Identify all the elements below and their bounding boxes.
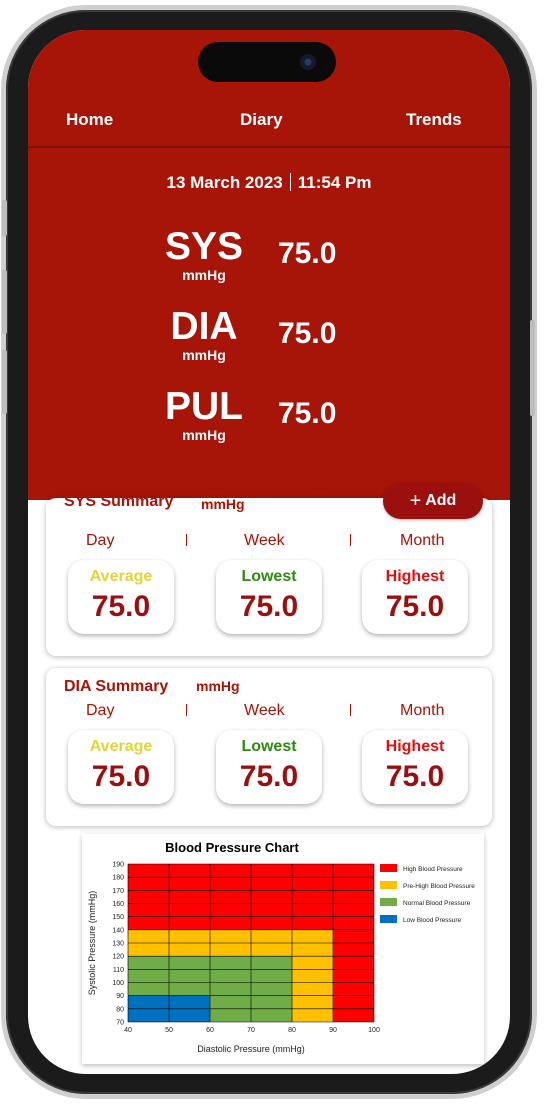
y-tick-label: 140	[112, 927, 124, 934]
divider	[350, 704, 351, 716]
legend-swatch	[380, 898, 397, 906]
chart-title: Blood Pressure Chart	[165, 840, 299, 855]
reading-date: 13 March 2023	[166, 173, 283, 192]
card-unit: mmHg	[201, 496, 245, 512]
stat-label: Average	[89, 568, 153, 585]
app-screen: Home Diary Trends 13 March 2023 11:54 Pm …	[28, 30, 510, 1074]
divider	[186, 534, 187, 546]
stat-label: Lowest	[241, 568, 297, 585]
legend-swatch	[380, 881, 397, 889]
stat-value: 75.0	[385, 760, 445, 793]
y-tick-label: 160	[112, 901, 124, 908]
card-title: SYS Summary	[64, 493, 174, 510]
stat-highest: Highest 75.0	[362, 560, 468, 634]
nav-diary[interactable]: Diary	[240, 110, 283, 130]
legend-label: High Blood Pressure	[403, 866, 463, 873]
period-month[interactable]: Month	[400, 532, 444, 550]
reading-time: 11:54 Pm	[297, 173, 372, 192]
blood-pressure-chart: Blood Pressure Chart 40 50 60 70 80 90 100 70 80 9…	[82, 834, 484, 1064]
x-tick-label: 90	[329, 1027, 337, 1034]
x-tick-label: 100	[368, 1027, 380, 1034]
stat-label: Average	[89, 738, 153, 755]
reading-label: PUL	[165, 385, 243, 428]
stat-lowest: Lowest 75.0	[216, 730, 322, 804]
nav-trends[interactable]: Trends	[406, 110, 462, 130]
y-tick-label: 130	[112, 941, 124, 948]
dynamic-island	[198, 42, 336, 82]
stat-label: Highest	[385, 738, 445, 755]
reading-sys: SYS mmHg 75.0	[158, 225, 438, 295]
reading-datetime: 13 March 2023 11:54 Pm	[28, 173, 510, 193]
add-button-label: Add	[425, 492, 457, 509]
x-tick-label: 70	[247, 1027, 255, 1034]
legend-label: Low Blood Pressure	[403, 917, 462, 924]
reading-unit: mmHg	[182, 267, 226, 283]
period-day[interactable]: Day	[86, 532, 114, 550]
power-button	[530, 320, 535, 416]
y-tick-label: 190	[112, 862, 124, 869]
stat-label: Highest	[385, 568, 445, 585]
period-week[interactable]: Week	[244, 702, 285, 720]
y-tick-label: 90	[116, 993, 124, 1000]
y-tick-label: 120	[112, 954, 124, 961]
reading-value: 75.0	[278, 237, 337, 270]
period-day[interactable]: Day	[86, 702, 114, 720]
stat-value: 75.0	[239, 590, 299, 623]
dia-summary-card: DIA Summary mmHg Day Week Month Average …	[46, 668, 492, 826]
legend-swatch	[380, 864, 397, 872]
stat-average: Average 75.0	[68, 730, 174, 804]
y-tick-label: 170	[112, 888, 124, 895]
y-tick-label: 70	[116, 1020, 124, 1027]
reading-pul: PUL mmHg 75.0	[158, 385, 438, 455]
x-tick-label: 80	[288, 1027, 296, 1034]
legend-label: Pre-High Blood Pressure	[403, 883, 475, 890]
reading-unit: mmHg	[182, 347, 226, 363]
x-tick-label: 40	[124, 1027, 132, 1034]
period-week[interactable]: Week	[244, 532, 285, 550]
stat-label: Lowest	[241, 738, 297, 755]
datetime-separator	[289, 173, 291, 191]
y-axis-label: Systolic Pressure (mmHg)	[87, 891, 97, 996]
plus-icon: +	[409, 490, 422, 512]
reading-label: DIA	[170, 305, 238, 348]
chart-svg: Blood Pressure Chart 40 50 60 70 80 90 100 70 80 9…	[87, 840, 475, 1054]
volume-down-button	[2, 350, 7, 414]
y-tick-label: 150	[112, 914, 124, 921]
stat-value: 75.0	[91, 760, 151, 793]
y-tick-label: 180	[112, 875, 124, 882]
period-month[interactable]: Month	[400, 702, 444, 720]
card-title: DIA Summary	[64, 678, 169, 695]
stat-average: Average 75.0	[68, 560, 174, 634]
reading-label: SYS	[164, 225, 244, 268]
x-tick-label: 50	[165, 1027, 173, 1034]
stat-lowest: Lowest 75.0	[216, 560, 322, 634]
reading-unit: mmHg	[182, 427, 226, 443]
add-button[interactable]: + Add	[383, 483, 483, 519]
stat-value: 75.0	[385, 590, 445, 623]
reading-value: 75.0	[278, 397, 337, 430]
volume-up-button	[2, 270, 7, 334]
reading-dia: DIA mmHg 75.0	[158, 305, 438, 375]
y-tick-label: 80	[116, 1006, 124, 1013]
x-axis-label: Diastolic Pressure (mmHg)	[197, 1044, 305, 1054]
stat-value: 75.0	[239, 760, 299, 793]
nav-home[interactable]: Home	[66, 110, 113, 130]
divider	[186, 704, 187, 716]
legend-swatch	[380, 915, 397, 923]
x-tick-label: 60	[206, 1027, 214, 1034]
card-unit: mmHg	[196, 678, 240, 694]
action-button	[2, 200, 7, 236]
divider	[350, 534, 351, 546]
top-nav: Home Diary Trends	[28, 90, 510, 148]
legend-label: Normal Blood Pressure	[403, 900, 471, 907]
sys-summary-card: SYS Summary mmHg Day Week Month Average …	[46, 493, 492, 656]
y-tick-label: 110	[113, 967, 124, 974]
y-tick-label: 100	[112, 980, 124, 987]
stat-value: 75.0	[91, 590, 151, 623]
stat-highest: Highest 75.0	[362, 730, 468, 804]
reading-value: 75.0	[278, 317, 337, 350]
camera-icon	[300, 54, 316, 70]
